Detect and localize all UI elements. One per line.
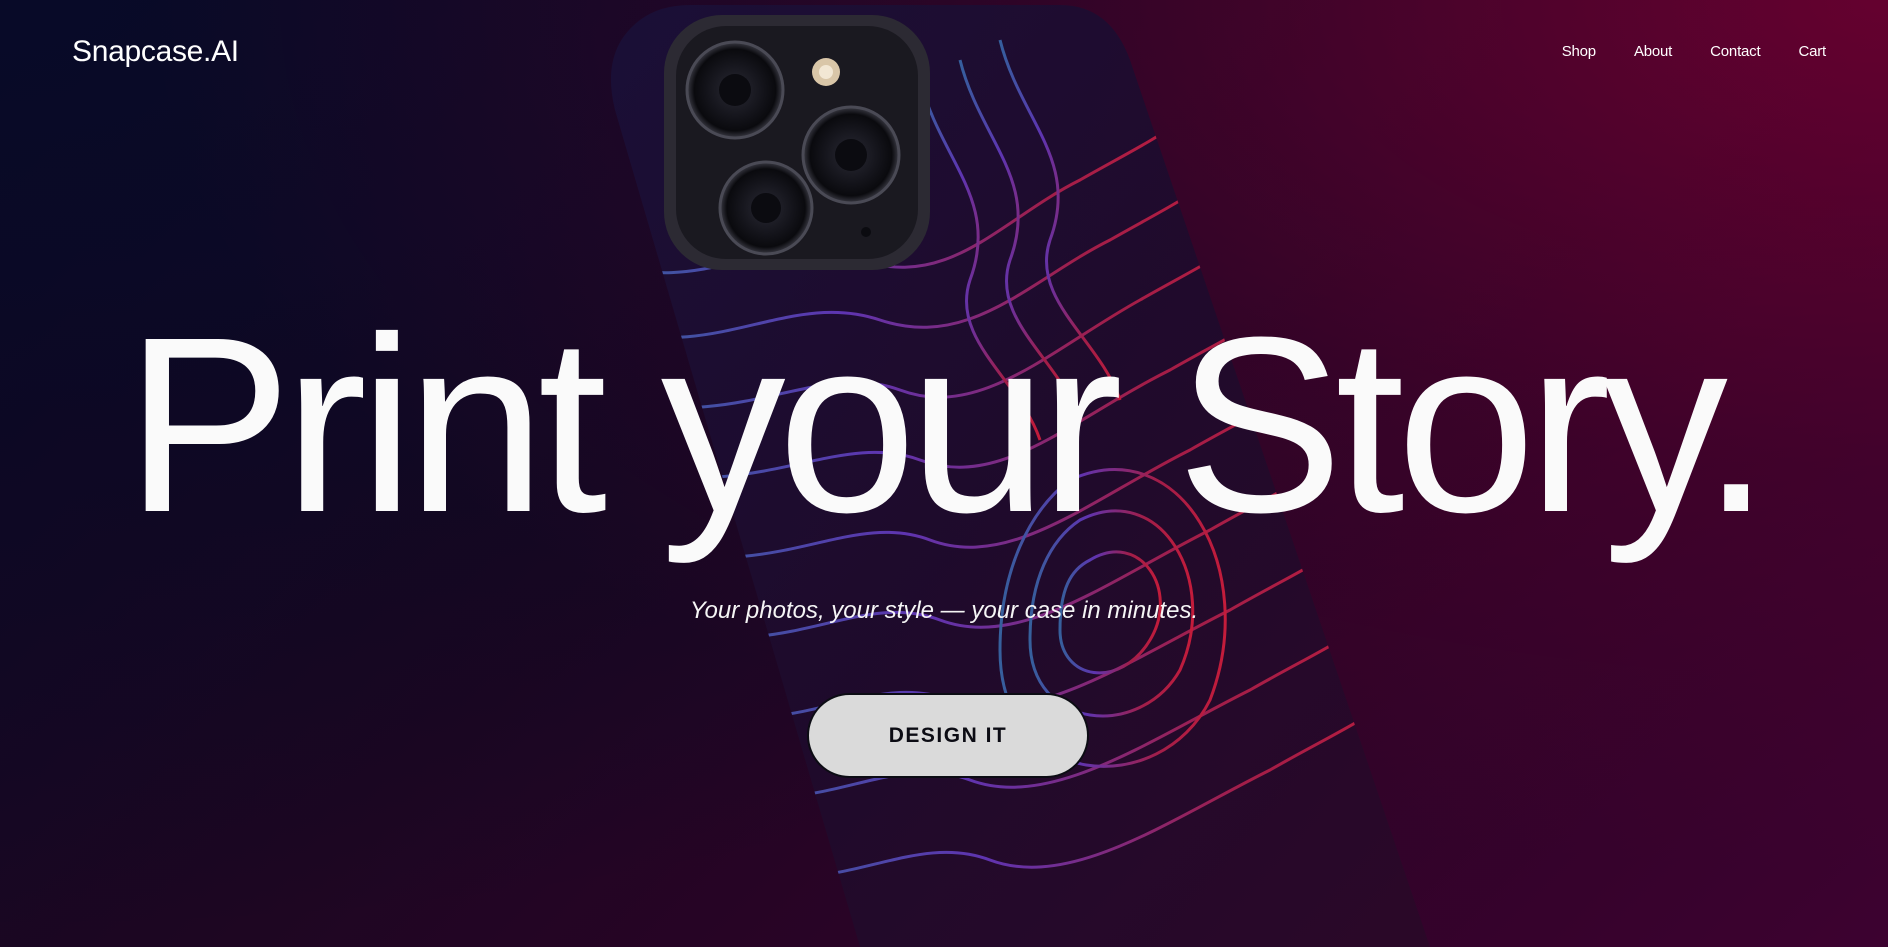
nav-link-cart[interactable]: Cart: [1798, 42, 1826, 62]
main-nav: Shop About Contact Cart: [1524, 42, 1826, 62]
hero-subtitle: Your photos, your style — your case in m…: [689, 597, 1199, 624]
nav-link-contact[interactable]: Contact: [1710, 42, 1760, 62]
hero-headline: Print your Story.: [125, 285, 1771, 564]
nav-link-shop[interactable]: Shop: [1562, 42, 1596, 62]
nav-link-about[interactable]: About: [1634, 42, 1672, 62]
brand-logo[interactable]: Snapcase.AI: [72, 32, 239, 72]
design-it-button[interactable]: DESIGN IT: [807, 693, 1089, 778]
top-navbar: Snapcase.AI Shop About Contact Cart: [0, 0, 1888, 104]
